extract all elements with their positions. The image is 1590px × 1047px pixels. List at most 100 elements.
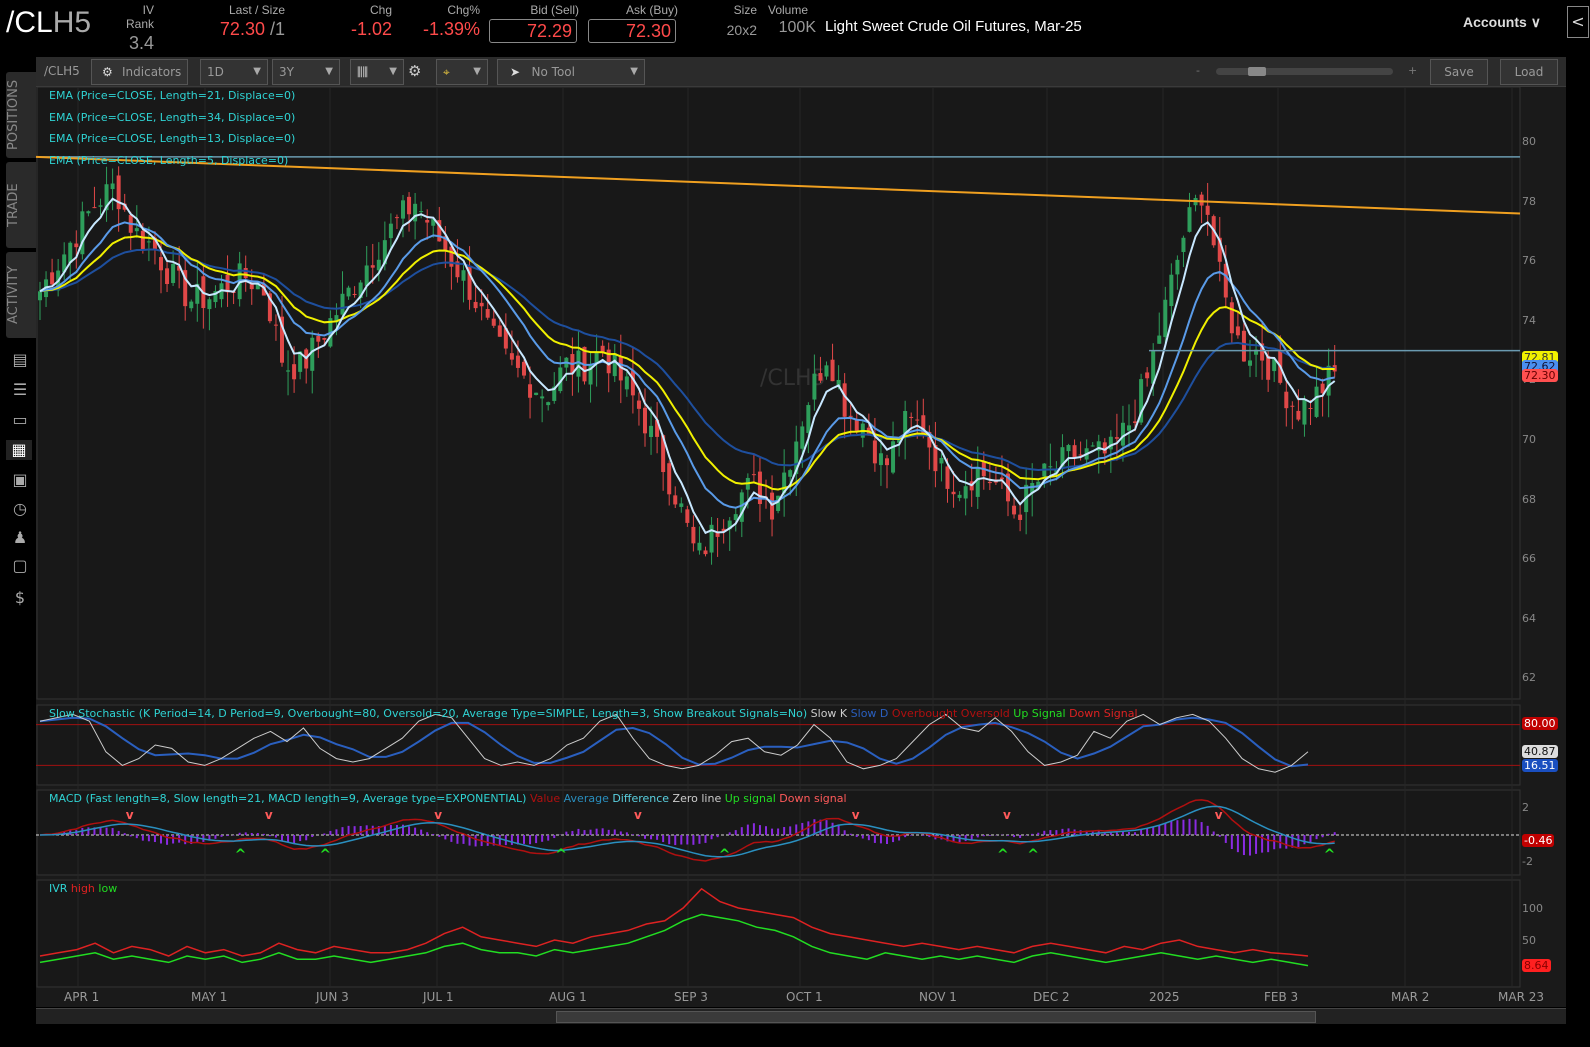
list-icon[interactable]: ☰	[10, 380, 30, 400]
community-icon[interactable]: ♟	[10, 528, 30, 548]
candle-body	[546, 402, 551, 406]
candle-body	[1302, 399, 1307, 425]
ivr-title-text: IVR	[49, 882, 68, 895]
candle-body	[1066, 445, 1071, 452]
candle-body	[352, 293, 357, 295]
candle-body	[401, 200, 405, 219]
save-button[interactable]: Save	[1430, 59, 1488, 85]
chart-area[interactable]: /CLH5 v ^ v ^ v ^ v ^ v ^ v ^ v ^	[35, 86, 1566, 1007]
stoch-badge: 80.00	[1522, 717, 1558, 730]
candle-body	[1241, 330, 1246, 362]
accounts-dropdown[interactable]: Accounts ∨	[1463, 14, 1541, 31]
grid-icon[interactable]: ▣	[10, 470, 30, 490]
volume: Volume 100K	[768, 3, 816, 37]
zoom-slider-thumb[interactable]	[1247, 67, 1266, 76]
symbol[interactable]: /CLH5	[6, 6, 91, 40]
change-pct-label: Chg%	[447, 3, 480, 17]
scrollbar-thumb[interactable]	[556, 1011, 1316, 1023]
ask-button[interactable]: 72.30	[588, 19, 676, 43]
candle-body	[667, 463, 672, 495]
candle-body	[612, 353, 617, 377]
iv-rank: IV Rank 3.4	[112, 3, 154, 54]
horizontal-scrollbar[interactable]	[36, 1008, 1566, 1024]
size: Size 20x2	[715, 3, 757, 38]
aggregation-value: 1D	[207, 65, 224, 79]
collapse-panel-button[interactable]: <	[1567, 6, 1589, 38]
load-button[interactable]: Load	[1500, 59, 1558, 85]
range-dropdown[interactable]: 3Y ▼	[272, 59, 340, 85]
tab-positions[interactable]: POSITIONS	[6, 72, 36, 158]
candle-body	[515, 355, 520, 368]
indicators-button[interactable]: ⚙ Indicators	[91, 59, 188, 85]
candle-body	[370, 265, 375, 268]
last-size-label: Last / Size	[228, 3, 285, 17]
calendar-icon[interactable]: ▢	[10, 556, 30, 576]
last-price: 72.30	[219, 19, 265, 39]
candle-body	[939, 457, 944, 464]
candle-body	[286, 370, 291, 372]
dropdown-arrow-icon: ▼	[630, 66, 638, 77]
candle-body	[812, 373, 817, 400]
tab-activity[interactable]: ACTIVITY	[6, 252, 36, 338]
zoom-in-button[interactable]: +	[1408, 64, 1417, 77]
change-value: -1.02	[350, 19, 392, 39]
help-icon[interactable]: $	[10, 588, 30, 608]
ivr-panel	[36, 879, 1521, 988]
candle-body	[1296, 410, 1301, 420]
candle-body	[1248, 360, 1252, 366]
zoom-slider[interactable]	[1216, 67, 1393, 76]
candle-body	[1145, 372, 1150, 379]
candle-body	[909, 416, 914, 418]
candle-body	[1157, 335, 1162, 344]
stoch-badge: 40.87	[1522, 745, 1558, 758]
candle-body	[74, 243, 79, 248]
drawing-sets-dropdown[interactable]: ⌖ ▼	[436, 59, 488, 85]
candle-body	[388, 223, 393, 239]
candle-body	[945, 466, 950, 489]
charts-icon[interactable]: ▦	[6, 440, 32, 460]
candle-body	[673, 495, 678, 505]
macd-axis-tick: -2	[1522, 855, 1533, 868]
candle-body	[50, 272, 55, 285]
candle-body	[1127, 425, 1131, 431]
candle-body	[703, 550, 708, 555]
up-signal-arrow: ^	[555, 847, 567, 863]
x-axis-label: NOV 1	[919, 990, 957, 1004]
drawing-tool-dropdown[interactable]: ➤ No Tool ▼	[497, 59, 645, 85]
legend-item: Zero line	[669, 792, 722, 805]
size-value: 20x2	[726, 22, 757, 38]
monitor-icon[interactable]: ▤	[10, 350, 30, 370]
candle-body	[685, 509, 690, 523]
candle-body	[1072, 445, 1077, 458]
chart-toolbar: /CLH5 ⚙ Indicators 1D ▼ 3Y ▼ ⫼⫼ ▼ ⚙ ⌖ ▼ ➤ No …	[36, 57, 1566, 87]
chart-symbol[interactable]: /CLH5	[38, 59, 88, 85]
chart-style-dropdown[interactable]: ⫼⫼ ▼	[350, 59, 404, 85]
candle-body	[425, 220, 430, 223]
candle-body	[885, 458, 889, 466]
bid-button[interactable]: 72.29	[489, 19, 577, 43]
aggregation-dropdown[interactable]: 1D ▼	[200, 59, 268, 85]
macd-title-text: MACD (Fast length=8, Slow length=21, MAC…	[49, 792, 527, 805]
zoom-out-button[interactable]: -	[1196, 64, 1200, 77]
candle-body	[38, 291, 42, 301]
stoch-title: Slow Stochastic (K Period=14, D Period=9…	[49, 707, 1138, 720]
candle-body	[322, 337, 327, 340]
candle-body	[788, 470, 793, 477]
settings-gear-icon[interactable]: ⚙	[408, 59, 426, 85]
change-pct: Chg% -1.39%	[418, 3, 480, 40]
down-signal-arrow: v	[265, 808, 273, 822]
tab-trade[interactable]: TRADE	[6, 162, 36, 248]
candle-body	[534, 392, 539, 395]
candle-body	[624, 376, 629, 390]
bid: Bid (Sell) 72.29	[489, 3, 579, 43]
candle-body	[679, 503, 684, 507]
drawing-tool-value: No Tool	[531, 65, 575, 79]
tv-icon[interactable]: ▭	[10, 410, 30, 430]
candle-body	[146, 241, 151, 243]
change: Chg -1.02	[340, 3, 392, 40]
candle-body	[1308, 407, 1313, 409]
clock-icon[interactable]: ◷	[10, 499, 30, 519]
x-axis-label: FEB 3	[1264, 990, 1299, 1004]
chart-canvas[interactable]: /CLH5v^v^v^v^v^v^v^	[35, 86, 1566, 1007]
candle-body	[316, 336, 321, 342]
